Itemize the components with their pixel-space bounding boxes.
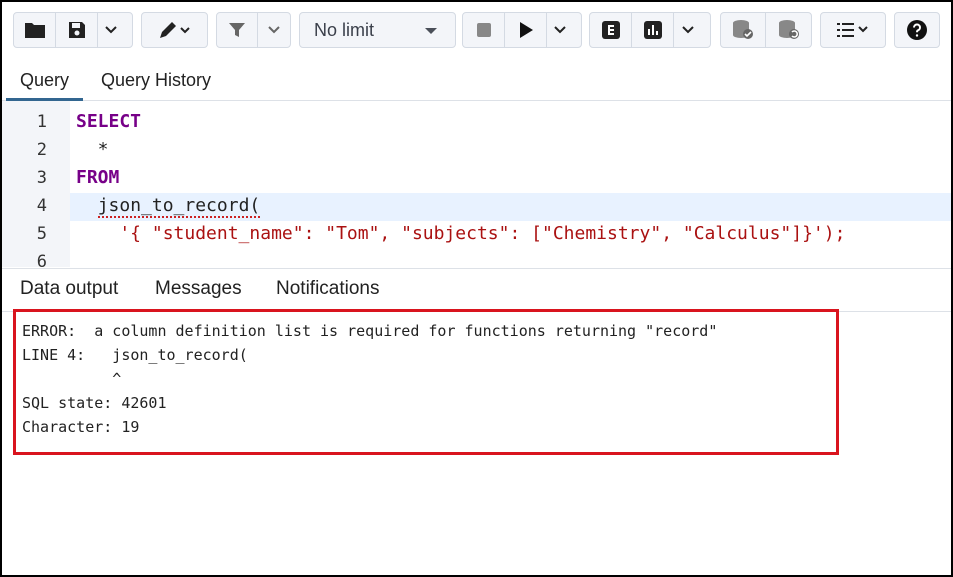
query-tabs: Query Query History [2, 62, 951, 101]
tab-query-history[interactable]: Query History [101, 62, 211, 98]
chevron-down-icon[interactable] [547, 13, 572, 47]
edit-pen-icon[interactable] [142, 13, 207, 47]
error-message-line: ERROR: a column definition list is requi… [22, 322, 718, 340]
edit-group [141, 12, 208, 48]
macros-icon[interactable] [821, 13, 885, 47]
explain-icon[interactable] [590, 13, 632, 47]
chevron-down-icon [425, 28, 437, 34]
row-limit-value: No limit [314, 19, 375, 40]
help-group [894, 12, 940, 48]
error-message-panel: ERROR: a column definition list is requi… [13, 309, 839, 455]
line-number: 1 [36, 112, 47, 132]
play-icon[interactable] [505, 13, 547, 47]
tab-query-history-label: Query History [101, 69, 212, 90]
file-group [13, 12, 133, 48]
folder-icon[interactable] [14, 13, 56, 47]
code-line-1: SELECT [76, 111, 142, 132]
function-name: json_to_record( [97, 195, 261, 218]
code-line-3: FROM [76, 167, 120, 188]
explain-group [589, 12, 711, 48]
help-icon[interactable] [895, 13, 939, 47]
code-line-4: json_to_record( [76, 195, 261, 218]
sql-editor[interactable]: 1 2 3 4 5 6 SELECT * FROM json_to_record… [2, 101, 951, 267]
explain-analyze-icon[interactable] [632, 13, 674, 47]
line-number: 2 [36, 140, 47, 160]
error-character: Character: 19 [22, 418, 140, 436]
rollback-icon[interactable] [766, 13, 811, 47]
error-caret: ^ [22, 370, 122, 388]
tab-notifications-label: Notifications [276, 278, 380, 299]
stop-icon[interactable] [463, 13, 505, 47]
chevron-down-icon[interactable] [258, 13, 290, 47]
code-line-5: '{ "student_name": "Tom", "subjects": ["… [76, 223, 846, 244]
tab-query[interactable]: Query [6, 62, 84, 101]
line-number: 4 [36, 196, 47, 216]
commit-icon[interactable] [721, 13, 767, 47]
result-tabs: Data output Messages Notifications [2, 268, 951, 312]
code-line-2: * [76, 139, 109, 160]
line-number: 6 [36, 252, 47, 267]
error-line-info: LINE 4: json_to_record( [22, 346, 248, 364]
tab-messages-label: Messages [155, 278, 242, 299]
line-number: 5 [36, 224, 47, 244]
query-tool-window: No limit Query Query History 1 2 3 4 5 6… [0, 0, 953, 577]
filter-icon[interactable] [217, 13, 258, 47]
macros-group [820, 12, 886, 48]
sql-state: SQL state: 42601 [22, 394, 167, 412]
tab-query-label: Query [20, 69, 70, 90]
toolbar: No limit [2, 2, 951, 62]
chevron-down-icon[interactable] [674, 13, 702, 47]
chevron-down-icon[interactable] [98, 13, 123, 47]
save-icon[interactable] [56, 13, 98, 47]
row-limit-select[interactable]: No limit [299, 12, 456, 48]
tab-data-output[interactable]: Data output [20, 269, 118, 309]
tab-messages[interactable]: Messages [142, 269, 255, 312]
execute-group [462, 12, 582, 48]
tab-notifications[interactable]: Notifications [276, 269, 380, 309]
transaction-group [720, 12, 812, 48]
tab-data-output-label: Data output [20, 278, 119, 299]
line-number: 3 [36, 168, 47, 188]
filter-group [216, 12, 291, 48]
